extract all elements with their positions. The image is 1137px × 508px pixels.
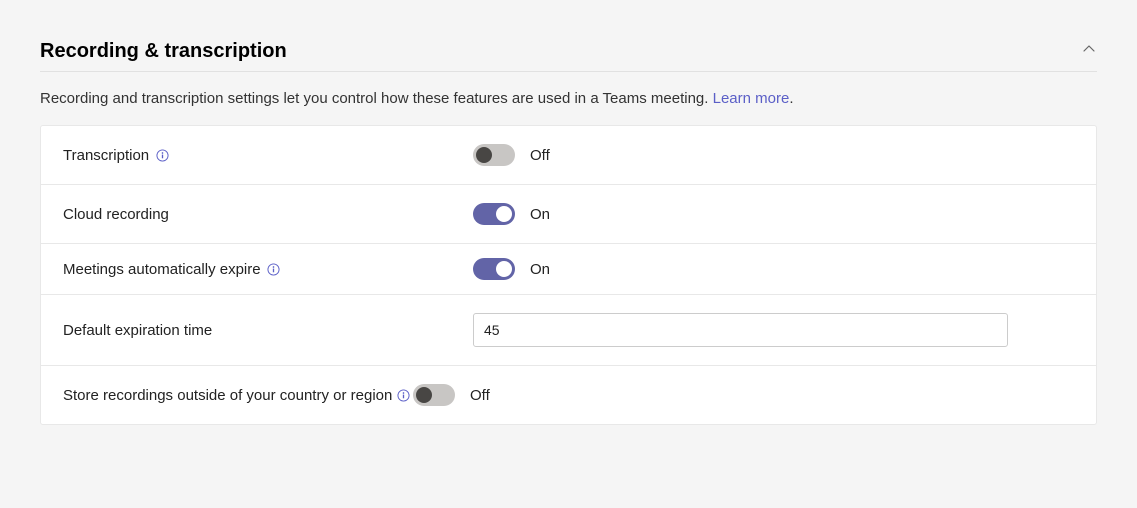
cloud-recording-toggle[interactable] [473,203,515,225]
cloud-recording-control: On [473,203,1074,225]
store-outside-control: Off [413,384,1074,406]
auto-expire-state: On [530,261,550,278]
cloud-recording-label-wrap: Cloud recording [63,204,473,225]
settings-panel: Transcription Off Cloud recording On Mee… [40,125,1097,425]
info-icon[interactable] [397,389,411,403]
store-outside-label: Store recordings outside of your country… [63,387,392,404]
transcription-label-wrap: Transcription [63,145,473,166]
section-description: Recording and transcription settings let… [40,90,1097,107]
transcription-toggle[interactable] [473,144,515,166]
auto-expire-label-wrap: Meetings automatically expire [63,259,473,280]
info-icon[interactable] [155,148,169,162]
auto-expire-toggle[interactable] [473,258,515,280]
store-outside-toggle[interactable] [413,384,455,406]
auto-expire-control: On [473,258,1074,280]
section-header[interactable]: Recording & transcription [40,40,1097,72]
expiration-time-control [473,313,1074,347]
cloud-recording-label: Cloud recording [63,204,169,225]
cloud-recording-state: On [530,206,550,223]
expiration-time-label-wrap: Default expiration time [63,320,473,341]
row-expiration-time: Default expiration time [41,295,1096,366]
expiration-time-input[interactable] [473,313,1008,347]
expiration-time-label: Default expiration time [63,320,212,341]
transcription-control: Off [473,144,1074,166]
period: . [789,90,793,107]
row-auto-expire: Meetings automatically expire On [41,244,1096,295]
auto-expire-label: Meetings automatically expire [63,259,261,280]
transcription-state: Off [530,147,550,164]
description-text: Recording and transcription settings let… [40,90,713,107]
row-cloud-recording: Cloud recording On [41,185,1096,244]
learn-more-link[interactable]: Learn more [713,90,790,107]
transcription-label: Transcription [63,145,149,166]
chevron-up-icon [1081,41,1097,62]
info-icon[interactable] [267,262,281,276]
store-outside-label-wrap: Store recordings outside of your country… [63,385,413,406]
store-outside-state: Off [470,387,490,404]
row-transcription: Transcription Off [41,126,1096,185]
row-store-outside: Store recordings outside of your country… [41,366,1096,424]
section-title: Recording & transcription [40,40,287,63]
